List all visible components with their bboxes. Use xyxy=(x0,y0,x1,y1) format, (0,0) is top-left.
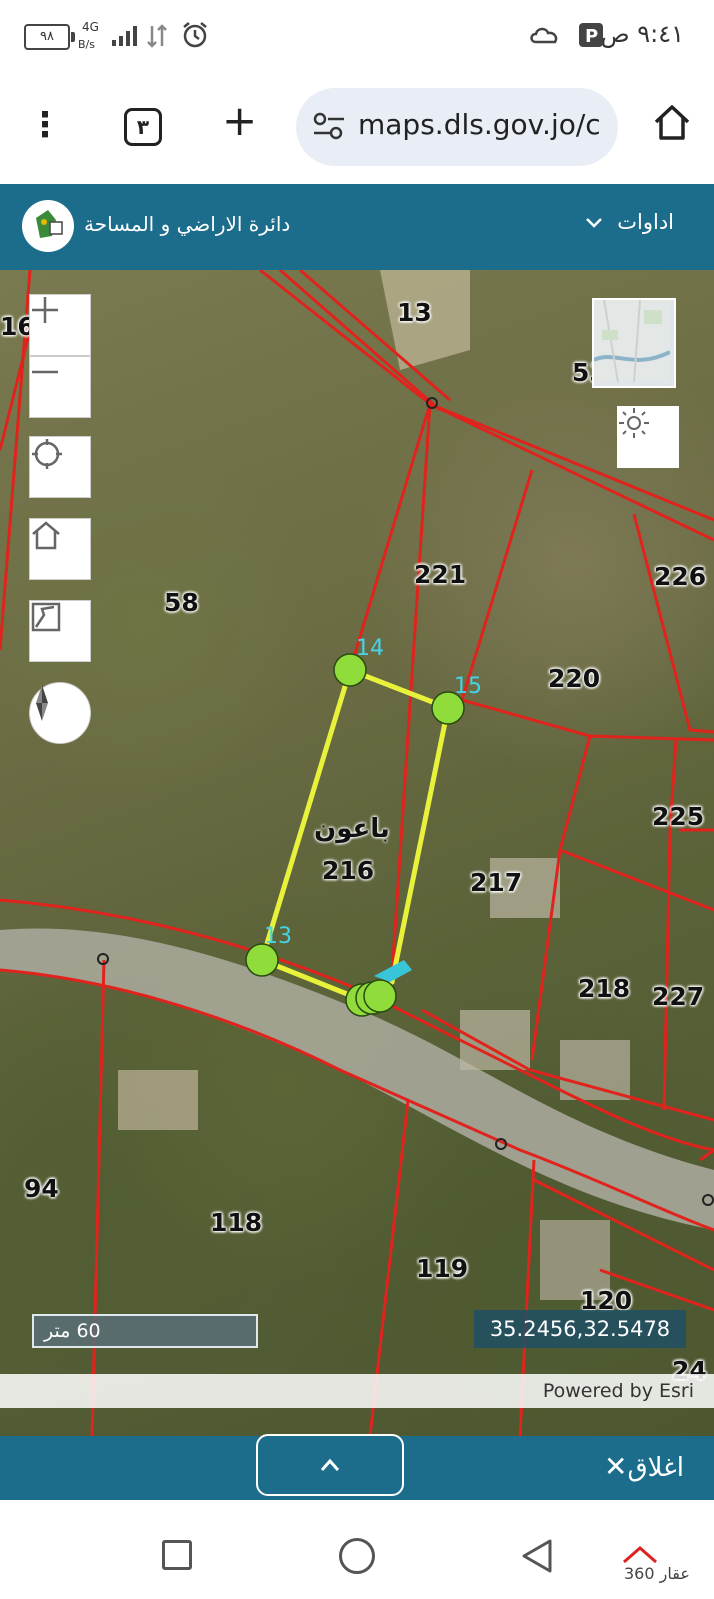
network-type: 4G xyxy=(82,20,99,34)
parcel-label: 220 xyxy=(548,664,601,693)
plus-icon[interactable]: + xyxy=(222,100,257,142)
parcel-label: 218 xyxy=(578,974,631,1003)
status-bar: ٩٨ 4G B/s ٩:٤١ ص P xyxy=(0,0,714,72)
parcel-label: 58 xyxy=(164,588,199,617)
basemap-gallery-button[interactable] xyxy=(592,298,676,388)
compass-button[interactable] xyxy=(29,682,91,744)
map-overlay xyxy=(0,270,714,1436)
measure-button[interactable] xyxy=(29,600,91,662)
default-extent-button[interactable] xyxy=(29,518,91,580)
clock: ٩:٤١ ص xyxy=(600,20,684,48)
home-button[interactable] xyxy=(339,1538,375,1574)
home-icon xyxy=(32,521,60,550)
cloud-icon xyxy=(530,27,558,44)
chevron-up-icon xyxy=(320,1458,340,1471)
measure-icon xyxy=(31,602,61,632)
parcel-label: 226 xyxy=(654,562,707,591)
data-arrows-icon xyxy=(147,24,167,48)
locate-button[interactable] xyxy=(29,436,91,498)
map-view[interactable]: 14 15 13 باعون 216 13 16 53 221 226 58 2… xyxy=(0,270,714,1436)
close-button[interactable]: اغلاق✕ xyxy=(598,1450,684,1483)
selected-parcel-number: 216 xyxy=(322,856,375,885)
back-button[interactable] xyxy=(520,1538,554,1574)
parcel-label: 119 xyxy=(416,1254,469,1283)
brightness-button[interactable] xyxy=(617,406,679,468)
alarm-icon xyxy=(183,22,207,48)
parcel-label: 94 xyxy=(24,1174,59,1203)
expand-panel-button[interactable] xyxy=(256,1434,404,1496)
app-header: دائرة الاراضي و المساحة اداوات xyxy=(0,184,714,270)
selected-parcel-name: باعون xyxy=(314,814,390,844)
parcel-label: 13 xyxy=(397,298,432,327)
recents-button[interactable] xyxy=(162,1540,192,1570)
kebab-menu-icon[interactable]: ⋮ xyxy=(28,108,62,142)
minus-icon xyxy=(32,370,58,374)
map-thumbnail-icon xyxy=(594,300,670,382)
crosshair-icon xyxy=(32,439,62,469)
home-icon[interactable] xyxy=(652,102,692,142)
parcel-label: 118 xyxy=(210,1208,263,1237)
zoom-in-button[interactable] xyxy=(29,294,91,356)
vertex-label-13: 13 xyxy=(264,924,292,949)
battery-icon: ٩٨ xyxy=(24,24,75,50)
close-label: اغلاق xyxy=(627,1453,684,1483)
parcel-label: 225 xyxy=(652,802,705,831)
vertex-label-15: 15 xyxy=(454,674,482,699)
svg-text:P: P xyxy=(585,26,598,47)
browser-toolbar: ⋮ ٣ + maps.dls.gov.jo/c xyxy=(0,72,714,184)
parcel-label: 227 xyxy=(652,982,705,1011)
chevron-down-icon xyxy=(585,218,602,228)
compass-icon xyxy=(36,685,48,721)
coordinate-readout: 35.2456,32.5478 xyxy=(474,1310,686,1348)
aqar360-watermark: عقار 360 xyxy=(618,1540,698,1592)
x-icon: ✕ xyxy=(604,1450,628,1483)
site-settings-icon[interactable] xyxy=(312,112,346,142)
dls-logo xyxy=(22,200,74,252)
parking-icon: P xyxy=(579,23,603,47)
info-panel-bar: اغلاق✕ xyxy=(0,1434,714,1500)
sun-icon xyxy=(619,408,649,438)
zoom-out-button[interactable] xyxy=(29,356,91,418)
plus-icon xyxy=(32,297,58,323)
signal-icon xyxy=(112,26,137,46)
url-text: maps.dls.gov.jo/c xyxy=(358,108,601,141)
tab-switcher-button[interactable]: ٣ xyxy=(124,108,162,146)
address-bar[interactable]: maps.dls.gov.jo/c xyxy=(296,88,618,166)
tools-label: اداوات xyxy=(617,210,674,234)
app-title: دائرة الاراضي و المساحة xyxy=(84,212,291,236)
parcel-label: 221 xyxy=(414,560,467,589)
network-speed: B/s xyxy=(78,38,95,51)
parcel-label: 217 xyxy=(470,868,523,897)
scale-bar: 60 متر xyxy=(32,1314,258,1348)
vertex-label-14: 14 xyxy=(356,636,384,661)
map-attribution: Powered by Esri xyxy=(0,1374,714,1408)
system-nav-bar: عقار 360 xyxy=(0,1500,714,1599)
tools-menu[interactable]: اداوات xyxy=(585,210,674,234)
